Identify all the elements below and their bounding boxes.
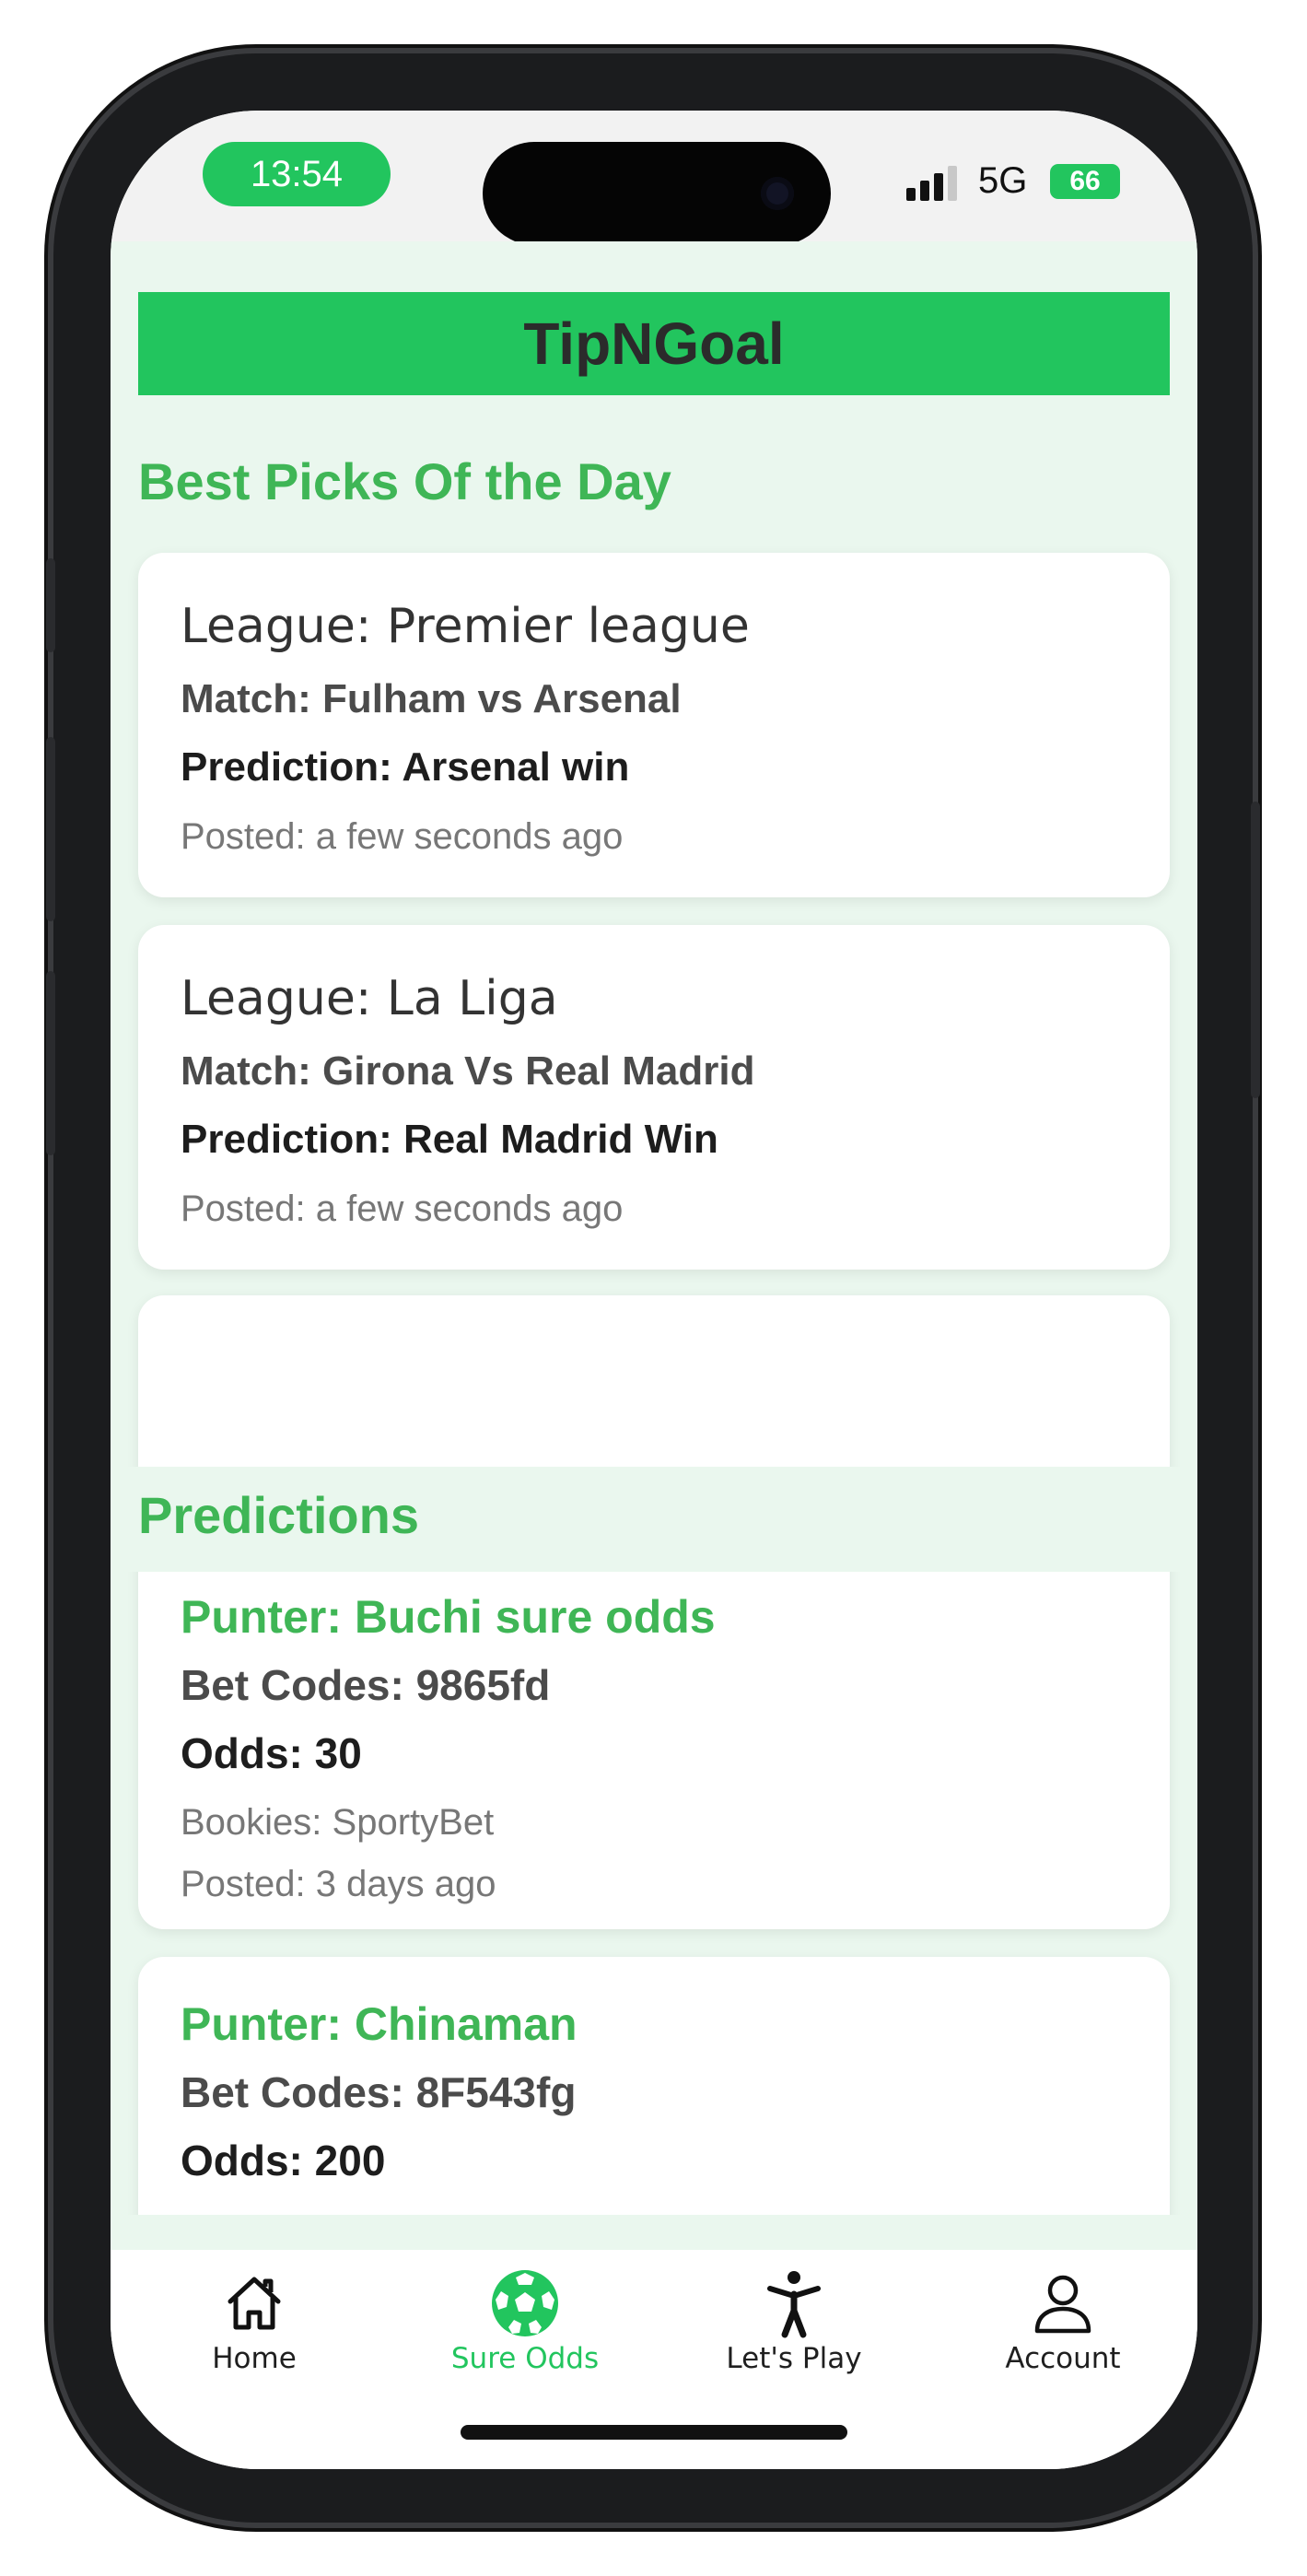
pick-prediction: Prediction: Real Madrid Win <box>181 1117 718 1162</box>
prediction-bet-codes: Bet Codes: 9865fd <box>181 1661 551 1709</box>
dynamic-island <box>483 142 831 245</box>
soccer-ball-icon <box>492 2270 558 2336</box>
pick-match: Match: Fulham vs Arsenal <box>181 676 682 721</box>
main-content[interactable]: TipNGoal Best Picks Of the Day League: P… <box>111 241 1197 2250</box>
prediction-posted: Posted: 3 days ago <box>181 1864 496 1904</box>
battery-icon: 66 <box>1050 164 1120 199</box>
home-indicator[interactable] <box>461 2425 847 2440</box>
prediction-bet-codes: Bet Codes: 8F543fg <box>181 2068 577 2116</box>
tab-account-label: Account <box>1005 2342 1121 2375</box>
pick-card-partial[interactable] <box>138 1295 1170 1467</box>
pick-match: Match: Girona Vs Real Madrid <box>181 1048 755 1094</box>
pick-card[interactable]: League: La Liga Match: Girona Vs Real Ma… <box>138 925 1170 1270</box>
app-title: TipNGoal <box>138 292 1170 395</box>
status-bar: 13:54 5G 66 <box>111 111 1197 245</box>
tab-lets-play[interactable]: Let's Play <box>683 2266 904 2375</box>
predictions-list: Punter: Buchi sure odds Bet Codes: 9865f… <box>111 1572 1197 2215</box>
tab-sure-odds[interactable]: Sure Odds <box>414 2266 636 2375</box>
prediction-bookies: Bookies: SportyBet <box>181 1802 495 1843</box>
camera-icon <box>761 177 794 210</box>
signal-icon <box>906 164 965 201</box>
power-button <box>1251 802 1260 1098</box>
tab-sure-odds-label: Sure Odds <box>450 2342 600 2375</box>
mute-switch <box>46 558 55 652</box>
pick-league: League: La Liga <box>181 971 558 1026</box>
best-picks-section: TipNGoal Best Picks Of the Day League: P… <box>111 241 1197 1467</box>
home-icon <box>228 2277 281 2330</box>
network-label: 5G <box>978 160 1028 201</box>
prediction-punter: Punter: Chinaman <box>181 1998 578 2050</box>
pick-prediction: Prediction: Arsenal win <box>181 744 630 790</box>
tab-account[interactable]: Account <box>952 2266 1173 2375</box>
pick-posted: Posted: a few seconds ago <box>181 816 624 857</box>
volume-up-button <box>46 737 55 921</box>
tab-home-label: Home <box>212 2342 297 2375</box>
predictions-title: Predictions <box>138 1486 419 1544</box>
status-time: 13:54 <box>203 142 391 206</box>
tab-lets-play-label: Let's Play <box>726 2342 862 2375</box>
person-icon <box>767 2271 821 2338</box>
prediction-odds: Odds: 200 <box>181 2137 386 2184</box>
tab-home[interactable]: Home <box>144 2266 365 2375</box>
prediction-card[interactable]: Punter: Chinaman Bet Codes: 8F543fg Odds… <box>138 1957 1170 2215</box>
account-icon <box>1034 2275 1091 2334</box>
prediction-card[interactable]: Punter: Buchi sure odds Bet Codes: 9865f… <box>138 1572 1170 1929</box>
volume-down-button <box>46 971 55 1155</box>
battery-level: 66 <box>1069 166 1101 196</box>
pick-league: League: Premier league <box>181 599 750 654</box>
prediction-punter: Punter: Buchi sure odds <box>181 1591 716 1643</box>
prediction-odds: Odds: 30 <box>181 1729 362 1777</box>
best-picks-title: Best Picks Of the Day <box>138 452 671 510</box>
pick-card[interactable]: League: Premier league Match: Fulham vs … <box>138 553 1170 897</box>
pick-posted: Posted: a few seconds ago <box>181 1188 624 1229</box>
phone-screen: 13:54 5G 66 TipNGoal Best Picks Of the D… <box>111 111 1197 2469</box>
